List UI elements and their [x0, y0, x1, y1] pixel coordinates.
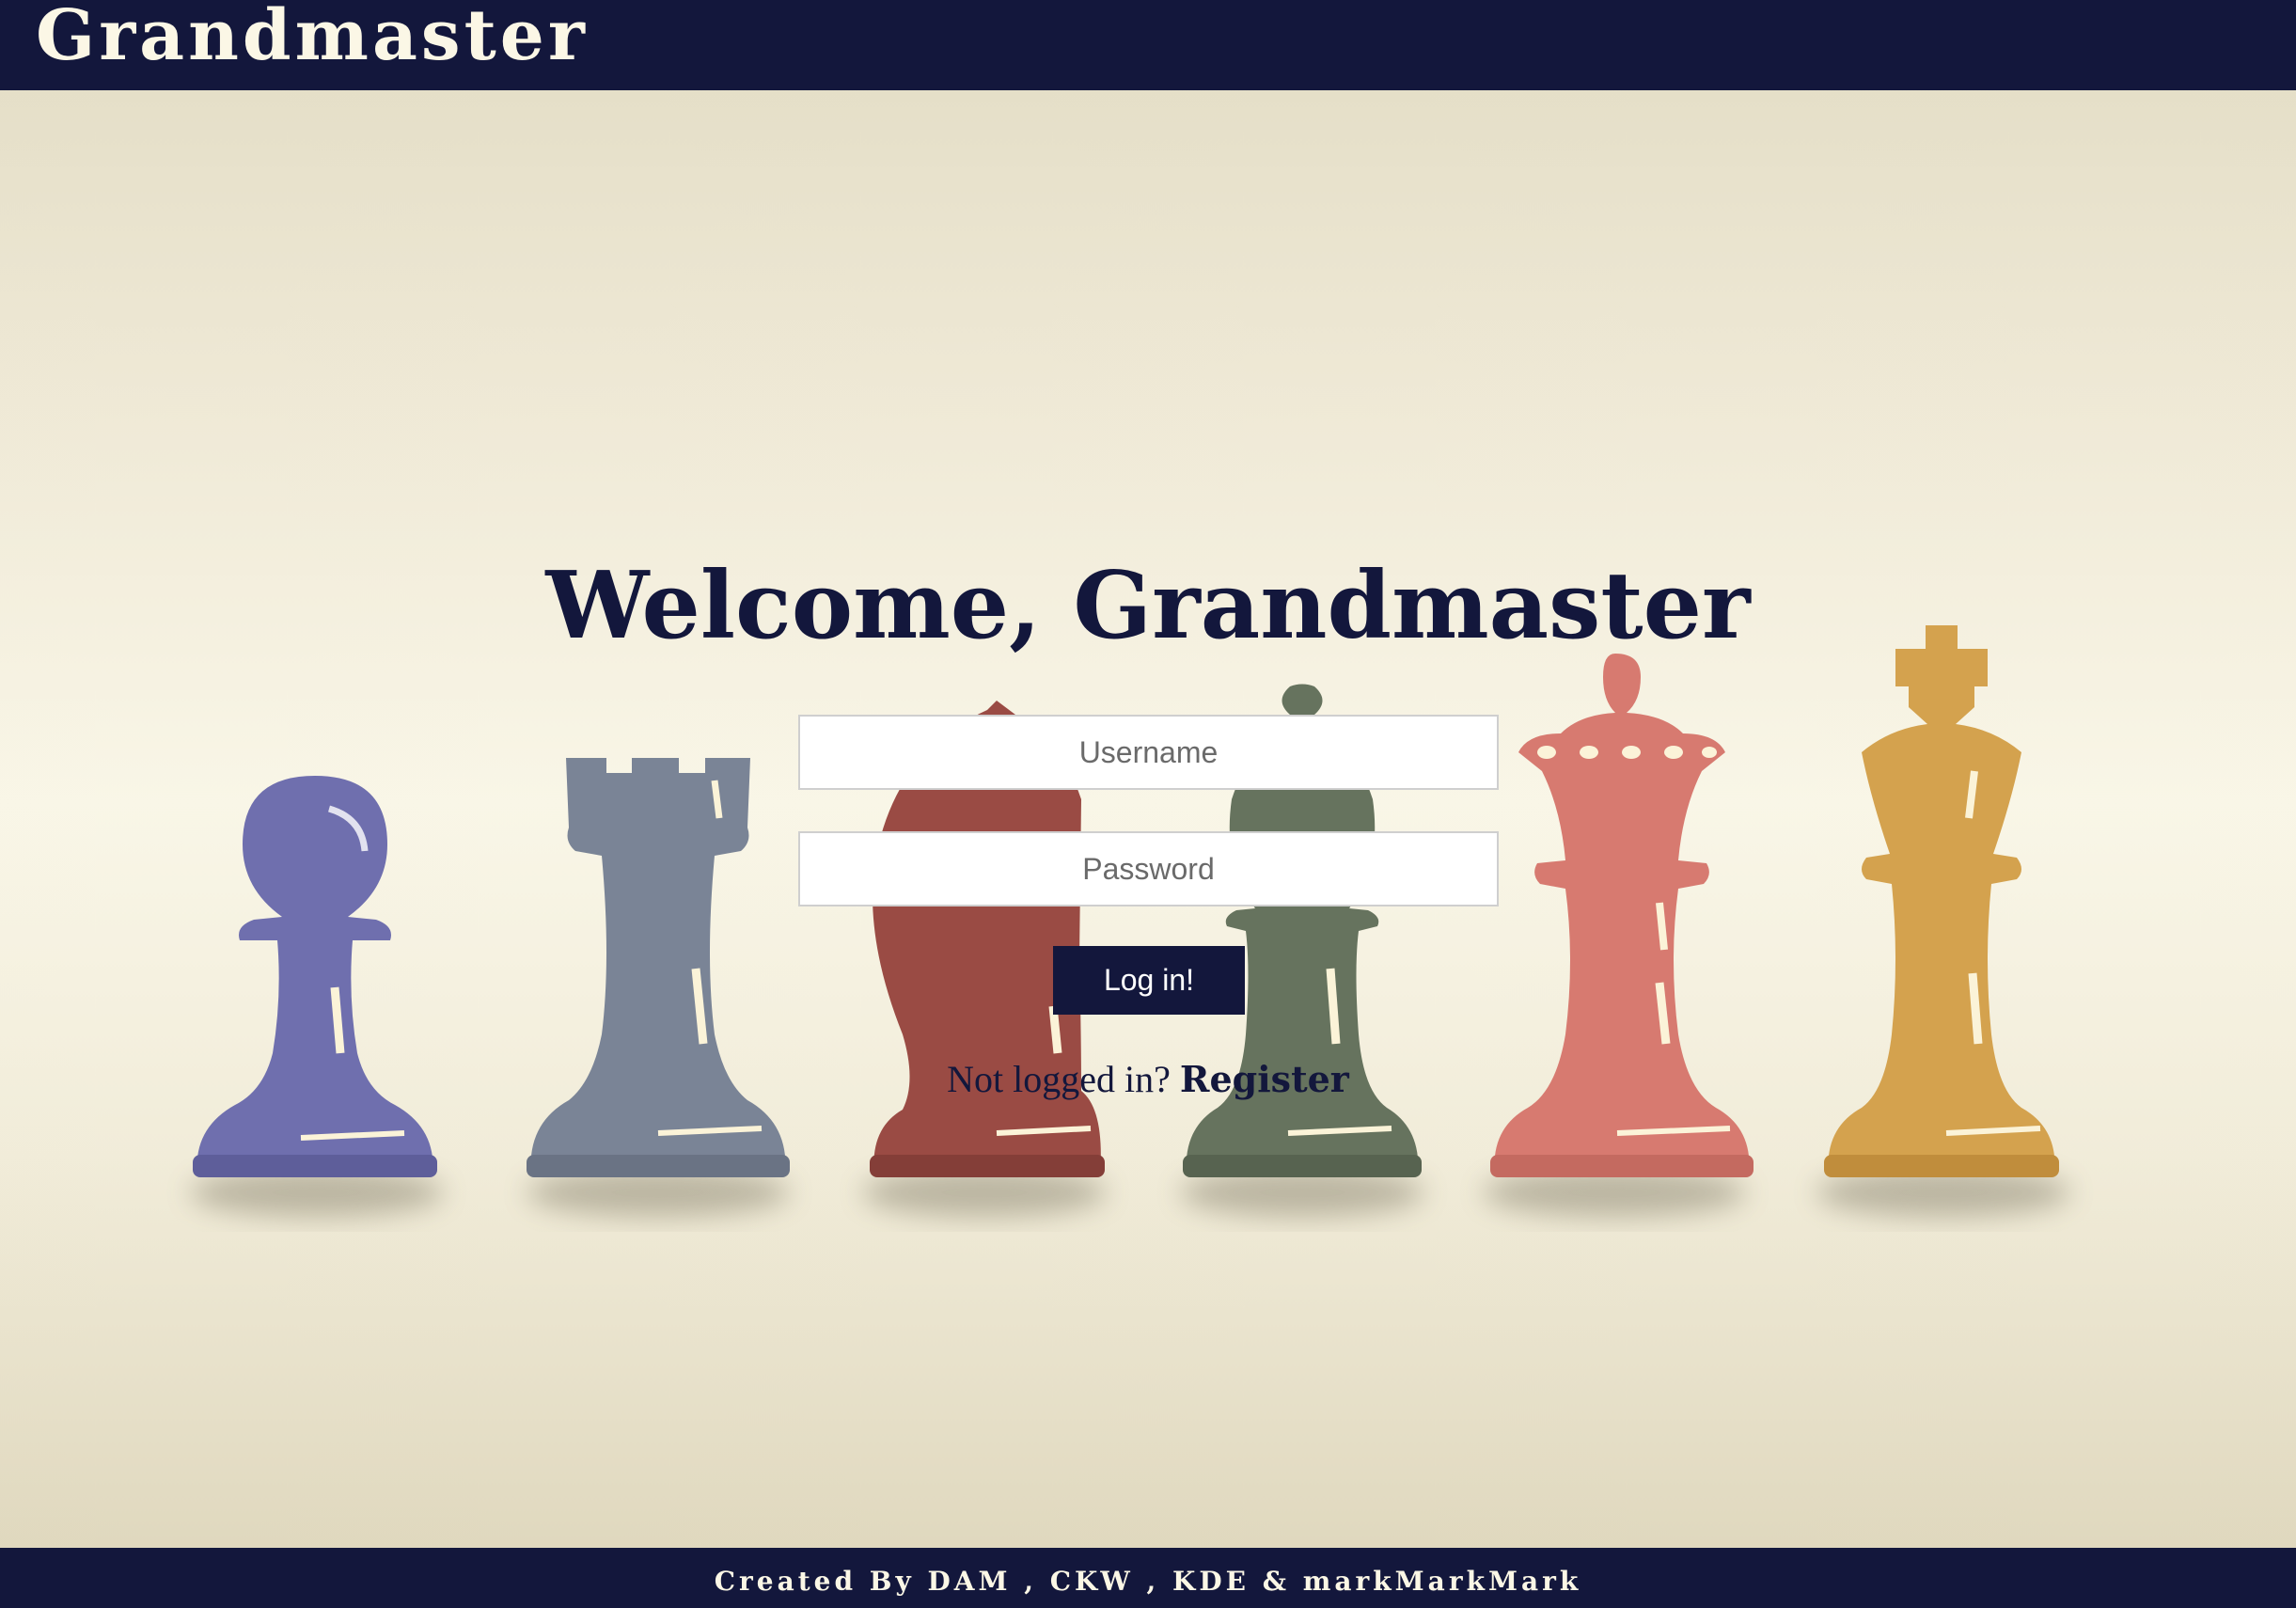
- rook-icon: [527, 758, 790, 1177]
- password-input[interactable]: [798, 831, 1499, 906]
- register-prompt-text: Not logged in?: [947, 1058, 1171, 1100]
- register-link[interactable]: Register: [1180, 1058, 1349, 1100]
- login-button[interactable]: Log in!: [1053, 946, 1245, 1015]
- welcome-heading: Welcome, Grandmaster: [545, 552, 1751, 660]
- footer-credits: Created By DAM , CKW , KDE & markMarkMar…: [714, 1566, 1582, 1597]
- register-prompt: Not logged in? Register: [0, 1051, 2296, 1108]
- pawn-icon: [193, 776, 437, 1177]
- username-input[interactable]: [798, 715, 1499, 790]
- chess-pieces-background: [190, 625, 2070, 1217]
- footer-bar: Created By DAM , CKW , KDE & markMarkMar…: [0, 1548, 2296, 1608]
